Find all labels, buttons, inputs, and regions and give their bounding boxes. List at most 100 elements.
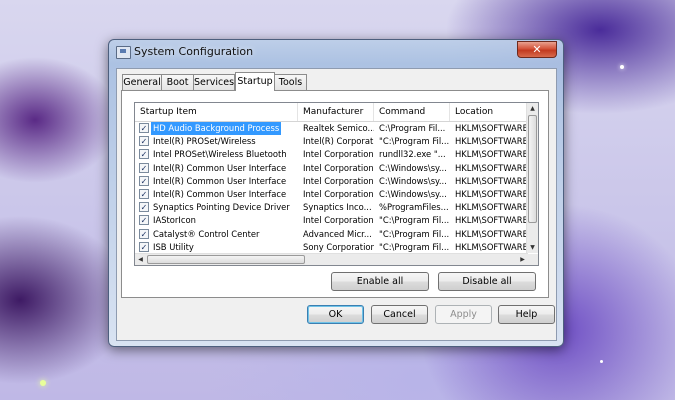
tab-startup[interactable]: Startup	[235, 72, 275, 91]
enable-checkbox[interactable]: ✓	[139, 123, 149, 133]
cell-location: HKLM\SOFTWARE\M...	[455, 188, 528, 199]
cell-manufacturer: Intel Corporation	[303, 215, 374, 226]
cell-command: "C:\Program Fil...	[379, 241, 450, 252]
list-rows: ✓ HD Audio Background Process Realtek Semi…	[135, 122, 528, 265]
vertical-scrollbar[interactable]: ▲ ▼	[526, 103, 538, 253]
scroll-down-arrow-icon[interactable]: ▼	[527, 242, 538, 253]
startup-item-name: Intel(R) Common User Interface	[153, 162, 287, 173]
cell-startup-item: ✓ ISB Utility	[135, 241, 298, 254]
enable-checkbox[interactable]: ✓	[139, 188, 149, 199]
checkmark-icon: ✓	[140, 163, 148, 173]
system-configuration-window: System Configuration ✕ General Boot Serv…	[108, 39, 564, 347]
scroll-left-arrow-icon[interactable]: ◀	[135, 254, 146, 265]
cell-location: HKLM\SOFTWARE\M...	[455, 149, 528, 160]
startup-item-name: Intel(R) PROSet/Wireless	[153, 136, 256, 147]
startup-items-list[interactable]: Startup Item Manufacturer Command Locati…	[134, 102, 539, 266]
cell-startup-item: ✓ Intel(R) Common User Interface	[135, 188, 298, 201]
startup-item-row[interactable]: ✓ Intel(R) Common User Interface Intel Cor…	[135, 175, 528, 188]
enable-checkbox[interactable]: ✓	[139, 241, 149, 252]
startup-item-row[interactable]: ✓ Intel(R) Common User Interface Intel Cor…	[135, 188, 528, 201]
cell-command: "C:\Program Fil...	[379, 215, 450, 226]
checkmark-icon: ✓	[140, 242, 148, 252]
cell-manufacturer: Sony Corporation	[303, 241, 374, 252]
cell-startup-item: ✓ HD Audio Background Process	[135, 122, 298, 135]
tab-general[interactable]: General	[122, 74, 162, 90]
cell-location: HKLM\SOFTWARE\M...	[455, 202, 528, 213]
list-header: Startup Item Manufacturer Command Locati…	[135, 103, 528, 122]
startup-item-name: Synaptics Pointing Device Driver	[153, 202, 290, 213]
window-title: System Configuration	[134, 45, 254, 58]
cell-location: HKLM\SOFTWARE\M...	[455, 123, 528, 133]
cell-location: HKLM\SOFTWARE\...	[455, 228, 528, 239]
enable-checkbox[interactable]: ✓	[139, 228, 149, 239]
scroll-up-arrow-icon[interactable]: ▲	[527, 103, 538, 114]
startup-item-name: ISB Utility	[153, 241, 194, 252]
startup-tab-panel: Startup Item Manufacturer Command Locati…	[121, 90, 549, 298]
cell-manufacturer: Intel Corporation	[303, 188, 374, 199]
enable-checkbox[interactable]: ✓	[139, 136, 149, 147]
tab-boot[interactable]: Boot	[161, 74, 194, 90]
wallpaper-bokeh	[40, 380, 46, 386]
cell-command: "C:\Program Fil...	[379, 228, 450, 239]
column-header-startup-item[interactable]: Startup Item	[135, 103, 298, 121]
horizontal-scrollbar[interactable]: ◀ ▶	[135, 253, 528, 265]
enable-checkbox[interactable]: ✓	[139, 149, 149, 160]
enable-all-button[interactable]: Enable all	[331, 272, 429, 291]
startup-item-name: IAStorIcon	[153, 215, 196, 226]
cell-manufacturer: Intel Corporation	[303, 175, 374, 186]
startup-item-row[interactable]: ✓ Synaptics Pointing Device Driver Synapti…	[135, 201, 528, 214]
startup-item-row[interactable]: ✓ Catalyst® Control Center Advanced Micr..…	[135, 228, 528, 241]
startup-item-name: Catalyst® Control Center	[153, 228, 260, 239]
cell-command: C:\Windows\sy...	[379, 162, 447, 173]
dialog-client-area: General Boot Services Startup Tools Star…	[116, 68, 557, 341]
close-button[interactable]: ✕	[517, 41, 557, 58]
startup-item-name: Intel(R) Common User Interface	[153, 175, 287, 186]
column-header-command[interactable]: Command	[374, 103, 450, 121]
tab-tools[interactable]: Tools	[274, 74, 307, 90]
startup-item-name: Intel PROSet\Wireless Bluetooth	[153, 149, 287, 160]
checkmark-icon: ✓	[140, 150, 148, 160]
column-header-location[interactable]: Location	[450, 103, 528, 121]
startup-item-row[interactable]: ✓ Intel(R) Common User Interface Intel Cor…	[135, 162, 528, 175]
cell-manufacturer: Intel Corporation	[303, 149, 374, 160]
cell-command: C:\Windows\sy...	[379, 175, 447, 186]
vertical-scroll-thumb[interactable]	[528, 115, 537, 223]
cell-location: HKLM\SOFTWARE\...	[455, 241, 528, 252]
cell-command: rundll32.exe "...	[379, 149, 446, 160]
cell-startup-item: ✓ IAStorIcon	[135, 214, 298, 227]
horizontal-scroll-thumb[interactable]	[147, 255, 305, 264]
scrollbar-corner	[527, 254, 538, 265]
startup-item-row[interactable]: ✓ IAStorIcon Intel Corporation "C:\Program …	[135, 214, 528, 227]
cell-startup-item: ✓ Intel(R) PROSet/Wireless	[135, 135, 298, 148]
wallpaper-bokeh	[600, 360, 603, 363]
cancel-button[interactable]: Cancel	[371, 305, 428, 324]
cell-location: HKLM\SOFTWARE\M...	[455, 162, 528, 173]
startup-item-row[interactable]: ✓ Intel PROSet\Wireless Bluetooth Intel Co…	[135, 148, 528, 161]
cell-location: HKLM\SOFTWARE\...	[455, 215, 528, 226]
disable-all-button[interactable]: Disable all	[438, 272, 536, 291]
startup-item-row[interactable]: ✓ ISB Utility Sony Corporation "C:\Program …	[135, 241, 528, 254]
checkmark-icon: ✓	[140, 203, 148, 213]
enable-checkbox[interactable]: ✓	[139, 175, 149, 186]
checkmark-icon: ✓	[140, 137, 148, 147]
checkmark-icon: ✓	[140, 216, 148, 226]
help-button[interactable]: Help	[498, 305, 555, 324]
startup-item-row[interactable]: ✓ HD Audio Background Process Realtek Semi…	[135, 122, 528, 135]
cell-startup-item: ✓ Intel PROSet\Wireless Bluetooth	[135, 148, 298, 161]
checkmark-icon: ✓	[140, 176, 148, 186]
enable-checkbox[interactable]: ✓	[139, 202, 149, 213]
cell-manufacturer: Realtek Semico...	[303, 123, 374, 133]
ok-button[interactable]: OK	[307, 305, 364, 324]
enable-checkbox[interactable]: ✓	[139, 162, 149, 173]
enable-checkbox[interactable]: ✓	[139, 215, 149, 226]
column-header-manufacturer[interactable]: Manufacturer	[298, 103, 374, 121]
apply-button[interactable]: Apply	[435, 305, 492, 324]
cell-manufacturer: Advanced Micr...	[303, 228, 372, 239]
tab-services[interactable]: Services	[193, 74, 235, 90]
cell-startup-item: ✓ Intel(R) Common User Interface	[135, 162, 298, 175]
cell-startup-item: ✓ Synaptics Pointing Device Driver	[135, 201, 298, 214]
cell-location: HKLM\SOFTWARE\M...	[455, 136, 528, 147]
startup-item-row[interactable]: ✓ Intel(R) PROSet/Wireless Intel(R) Corpor…	[135, 135, 528, 148]
title-bar[interactable]: System Configuration ✕	[109, 40, 563, 64]
checkmark-icon: ✓	[140, 189, 148, 199]
